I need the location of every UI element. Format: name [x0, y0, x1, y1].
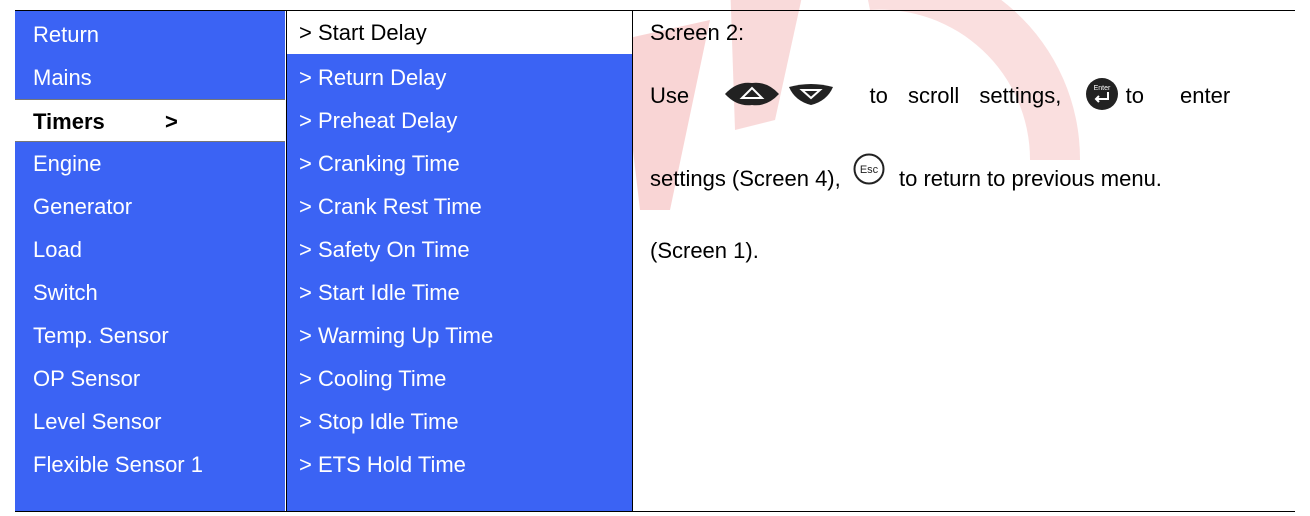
settings-screen-4-text: settings (Screen 4), [650, 165, 841, 191]
main-menu-item-temp-sensor[interactable]: Temp. Sensor [15, 314, 285, 357]
main-menu-item-flexible-sensor-1[interactable]: Flexible Sensor 1 [15, 443, 285, 486]
main-menu-item-mains[interactable]: Mains [15, 56, 285, 99]
svg-text:Enter: Enter [1094, 85, 1111, 92]
menu-table: Return Mains Timers > Engine Generator Lo… [15, 10, 1295, 512]
submenu-item-ets-hold-time[interactable]: > ETS Hold Time [287, 443, 633, 486]
submenu-item-warming-up-time[interactable]: > Warming Up Time [287, 314, 633, 357]
main-menu-item-op-sensor[interactable]: OP Sensor [15, 357, 285, 400]
submenu-item-start-delay[interactable]: > Start Delay [287, 11, 633, 54]
esc-key-icon: Esc [851, 153, 887, 191]
svg-text:Esc: Esc [860, 164, 879, 176]
description-panel: Screen 2: Use to scroll settings, Enter … [632, 11, 1296, 511]
submenu-item-cooling-time[interactable]: > Cooling Time [287, 357, 633, 400]
submenu-item-return-delay[interactable]: > Return Delay [287, 56, 633, 99]
enter-text: to enter [1125, 82, 1231, 108]
instruction-line-2: settings (Screen 4), Esc to return to pr… [650, 153, 1162, 199]
return-previous-menu-text: to return to previous menu. [899, 165, 1162, 191]
main-menu-item-engine[interactable]: Engine [15, 142, 285, 185]
instruction-line-3: (Screen 1). [650, 238, 759, 263]
submenu-item-stop-idle-time[interactable]: > Stop Idle Time [287, 400, 633, 443]
main-menu: Return Mains Timers > Engine Generator Lo… [15, 11, 285, 511]
down-arrow-key-icon [787, 81, 835, 113]
main-menu-item-load[interactable]: Load [15, 228, 285, 271]
submenu-item-crank-rest-time[interactable]: > Crank Rest Time [287, 185, 633, 228]
main-menu-item-return[interactable]: Return [15, 13, 285, 56]
use-text: Use [650, 82, 690, 108]
submenu-item-start-idle-time[interactable]: > Start Idle Time [287, 271, 633, 314]
enter-key-icon: Enter [1085, 77, 1119, 117]
submenu-item-preheat-delay[interactable]: > Preheat Delay [287, 99, 633, 142]
up-arrow-key-icon [723, 81, 781, 113]
main-menu-item-timers[interactable]: Timers > [15, 99, 285, 142]
submenu-item-safety-on-time[interactable]: > Safety On Time [287, 228, 633, 271]
submenu-arrow: > [165, 109, 178, 134]
description-title: Screen 2: [650, 20, 745, 45]
main-menu-item-switch[interactable]: Switch [15, 271, 285, 314]
main-menu-item-level-sensor[interactable]: Level Sensor [15, 400, 285, 443]
timers-submenu: > Start Delay > Return Delay > Preheat D… [286, 11, 633, 511]
submenu-item-cranking-time[interactable]: > Cranking Time [287, 142, 633, 185]
scroll-settings-text: to scroll settings, [869, 82, 1062, 108]
instruction-line-1: Use to scroll settings, Enter to enter [650, 77, 1290, 117]
main-menu-item-generator[interactable]: Generator [15, 185, 285, 228]
